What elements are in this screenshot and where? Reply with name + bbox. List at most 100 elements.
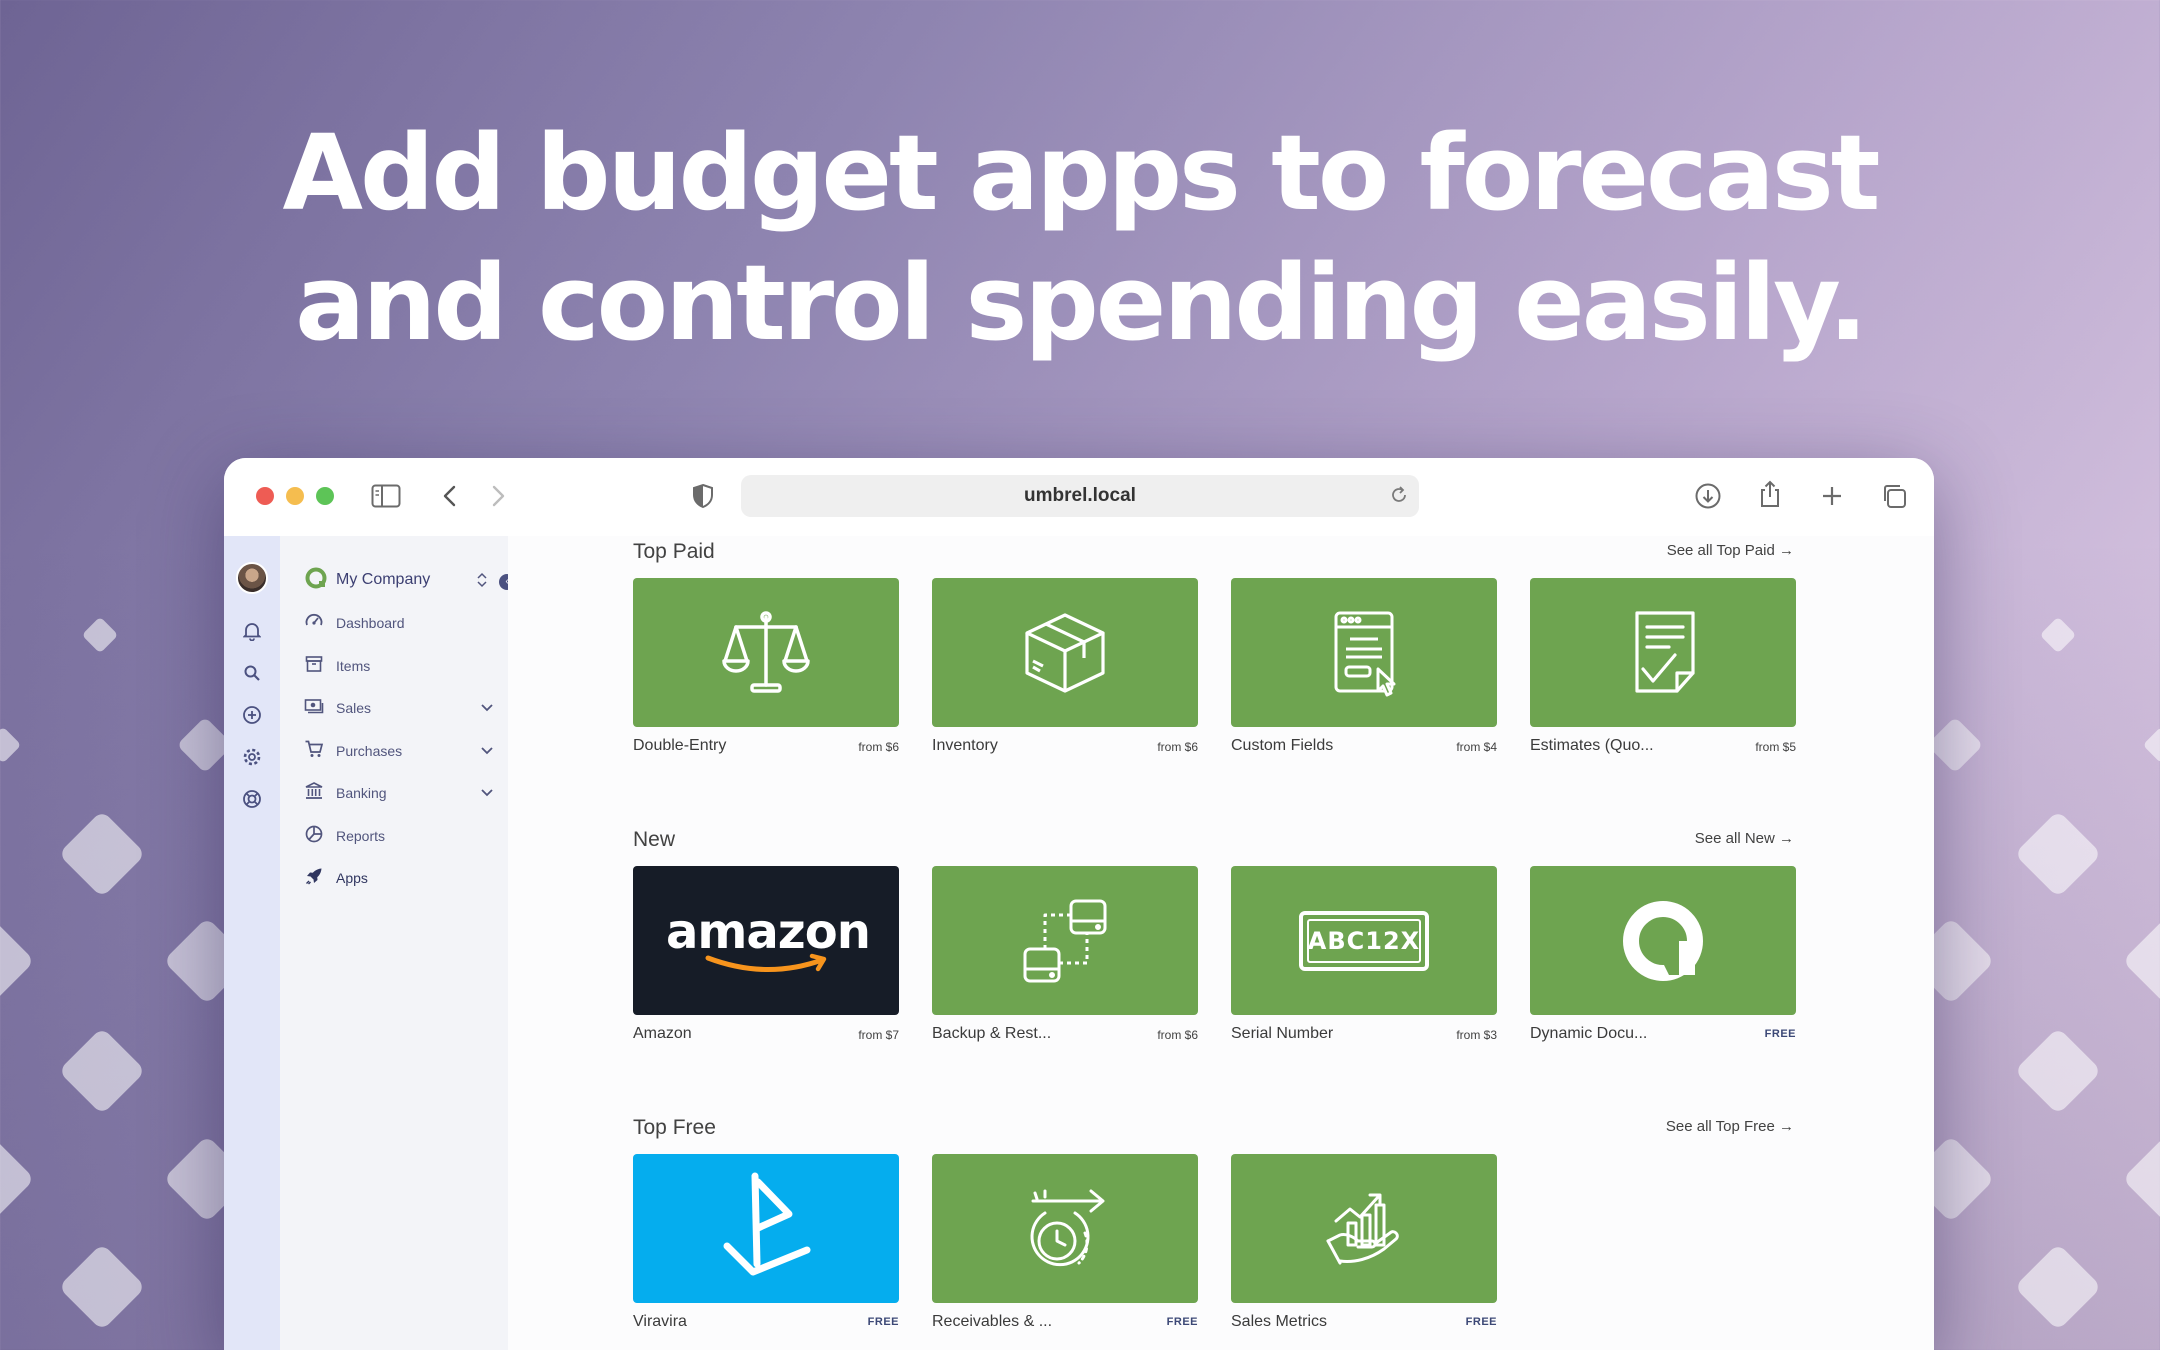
sidebar-item-label: Apps	[336, 870, 368, 886]
app-thumbnail[interactable]	[932, 1154, 1198, 1303]
app-store-main: Top Paid See all Top Paid → Double-Entry…	[508, 536, 1934, 1350]
app-card-sales-metrics[interactable]: Sales Metrics FREE	[1231, 1154, 1497, 1335]
app-name: Estimates (Quo...	[1530, 737, 1654, 754]
sidebar-item-dashboard[interactable]: Dashboard	[304, 608, 494, 638]
url-text: umbrel.local	[1024, 485, 1136, 506]
amazon-logo-text: amazon	[666, 903, 871, 960]
help-lifebuoy-icon[interactable]	[237, 784, 267, 814]
drives-icon	[1023, 899, 1107, 982]
forward-icon[interactable]	[480, 478, 516, 514]
cart-icon	[304, 739, 324, 764]
sidebar-item-banking[interactable]: Banking	[304, 778, 494, 808]
app-thumbnail[interactable]	[932, 866, 1198, 1015]
address-bar[interactable]: umbrel.local	[741, 475, 1419, 517]
headline: Add budget apps to forecast and control …	[0, 108, 2160, 368]
app-thumbnail[interactable]	[1231, 578, 1497, 727]
sidebar-item-purchases[interactable]: Purchases	[304, 736, 494, 766]
clock-arrow-icon	[1030, 1189, 1105, 1266]
share-icon[interactable]	[1752, 476, 1788, 512]
app-thumbnail[interactable]	[633, 1154, 899, 1303]
app-thumbnail[interactable]	[633, 578, 899, 727]
form-icon	[1334, 611, 1396, 696]
sidebar-item-sales[interactable]: Sales	[304, 693, 494, 723]
app-price: from $7	[858, 1028, 899, 1042]
app-card-inventory[interactable]: Inventory from $6	[932, 578, 1198, 759]
gauge-icon	[304, 611, 324, 636]
chevron-down-icon[interactable]	[480, 744, 494, 763]
bell-icon[interactable]	[237, 616, 267, 646]
app-price: from $3	[1456, 1028, 1497, 1042]
app-price: from $5	[1755, 740, 1796, 754]
company-switcher[interactable]: My Company	[304, 566, 504, 594]
back-icon[interactable]	[432, 478, 468, 514]
gear-icon[interactable]	[237, 742, 267, 772]
privacy-shield-icon[interactable]	[685, 478, 721, 514]
sidebar: My Company Dashboard Items Sales Purchas…	[280, 536, 508, 1350]
search-icon[interactable]	[237, 658, 267, 688]
maximize-window-button[interactable]	[316, 487, 334, 505]
document-check-icon	[1635, 610, 1695, 693]
app-name: Receivables & ...	[932, 1313, 1053, 1330]
sidebar-item-label: Purchases	[336, 743, 403, 759]
scales-icon	[722, 610, 810, 693]
add-icon[interactable]	[237, 700, 267, 730]
avatar[interactable]	[236, 562, 268, 594]
reload-icon[interactable]	[1387, 483, 1411, 513]
app-price: from $6	[1157, 740, 1198, 754]
money-icon	[304, 696, 324, 721]
app-thumbnail[interactable]: ABC12X	[1231, 866, 1497, 1015]
app-thumbnail[interactable]: amazon	[633, 866, 899, 1015]
sidebar-item-items[interactable]: Items	[304, 651, 494, 681]
sidebar-item-label: Banking	[336, 785, 387, 801]
box-icon	[1025, 612, 1105, 693]
chart-pie-icon	[304, 824, 324, 849]
app-thumbnail[interactable]	[932, 578, 1198, 727]
browser-toolbar: umbrel.local	[224, 458, 1934, 536]
new-tab-icon[interactable]	[1814, 478, 1850, 514]
browser-window: umbrel.local My Company Dashboard Items …	[224, 458, 1934, 1350]
app-name: Serial Number	[1231, 1025, 1334, 1042]
app-card-serial-number[interactable]: ABC12X Serial Number from $3	[1231, 866, 1497, 1047]
sidebar-item-reports[interactable]: Reports	[304, 821, 494, 851]
headline-line-2: and control spending easily.	[295, 242, 1868, 364]
chevron-updown-icon[interactable]	[476, 570, 488, 595]
app-card-custom-fields[interactable]: Custom Fields from $4	[1231, 578, 1497, 759]
app-name: Amazon	[633, 1025, 692, 1042]
chevron-down-icon[interactable]	[480, 701, 494, 720]
section-title-top-free: Top Free	[633, 1116, 716, 1139]
sidebar-item-label: Dashboard	[336, 615, 405, 631]
archive-icon	[304, 654, 324, 679]
section-title-top-paid: Top Paid	[633, 540, 715, 563]
app-card-estimates[interactable]: Estimates (Quo... from $5	[1530, 578, 1796, 759]
app-thumbnail[interactable]	[1231, 1154, 1497, 1303]
app-thumbnail[interactable]	[1530, 578, 1796, 727]
app-card-receivables[interactable]: Receivables & ... FREE	[932, 1154, 1198, 1335]
app-card-dynamic-documents[interactable]: Dynamic Docu... FREE	[1530, 866, 1796, 1047]
app-name: Dynamic Docu...	[1530, 1025, 1648, 1042]
sidebar-item-label: Sales	[336, 700, 372, 716]
see-all-top-paid-link[interactable]: See all Top Paid →	[1667, 542, 1794, 559]
app-card-double-entry[interactable]: Double-Entry from $6	[633, 578, 899, 759]
see-all-top-free-link[interactable]: See all Top Free →	[1666, 1118, 1794, 1135]
download-icon[interactable]	[1690, 478, 1726, 514]
headline-line-1: Add budget apps to forecast	[282, 112, 1881, 234]
see-all-new-link[interactable]: See all New →	[1695, 830, 1794, 847]
minimize-window-button[interactable]	[286, 487, 304, 505]
hand-chart-icon	[1326, 1193, 1399, 1264]
app-price: FREE	[1465, 1316, 1497, 1328]
chevron-down-icon[interactable]	[480, 786, 494, 805]
app-card-backup-restore[interactable]: Backup & Rest... from $6	[932, 866, 1198, 1047]
tab-overview-icon[interactable]	[1876, 478, 1912, 514]
sidebar-item-apps[interactable]: Apps	[304, 863, 494, 893]
app-card-viravira[interactable]: Viravira FREE	[633, 1154, 899, 1335]
app-thumbnail[interactable]	[1530, 866, 1796, 1015]
sidebar-toggle-icon[interactable]	[368, 478, 404, 514]
app-price: FREE	[1764, 1028, 1796, 1040]
bank-icon	[304, 781, 324, 806]
app-name: Inventory	[932, 737, 998, 754]
app-price: FREE	[1166, 1316, 1198, 1328]
akaunting-logo	[1623, 900, 1703, 981]
app-name: Custom Fields	[1231, 737, 1334, 754]
close-window-button[interactable]	[256, 487, 274, 505]
app-card-amazon[interactable]: amazon Amazon from $7	[633, 866, 899, 1047]
